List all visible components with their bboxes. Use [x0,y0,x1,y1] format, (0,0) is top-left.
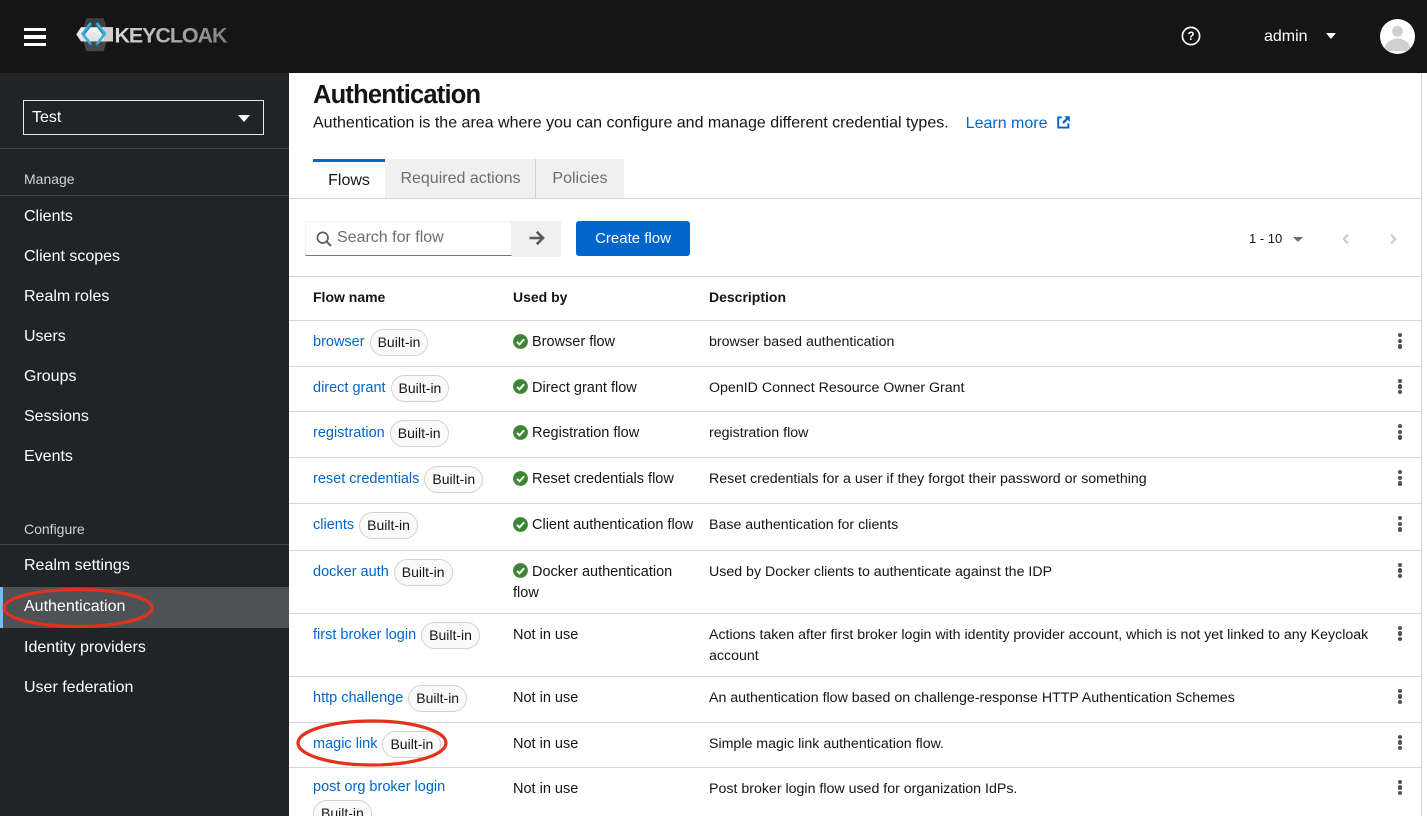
svg-text:?: ? [1187,31,1194,43]
svg-text:KEYCLOAK: KEYCLOAK [115,23,228,47]
